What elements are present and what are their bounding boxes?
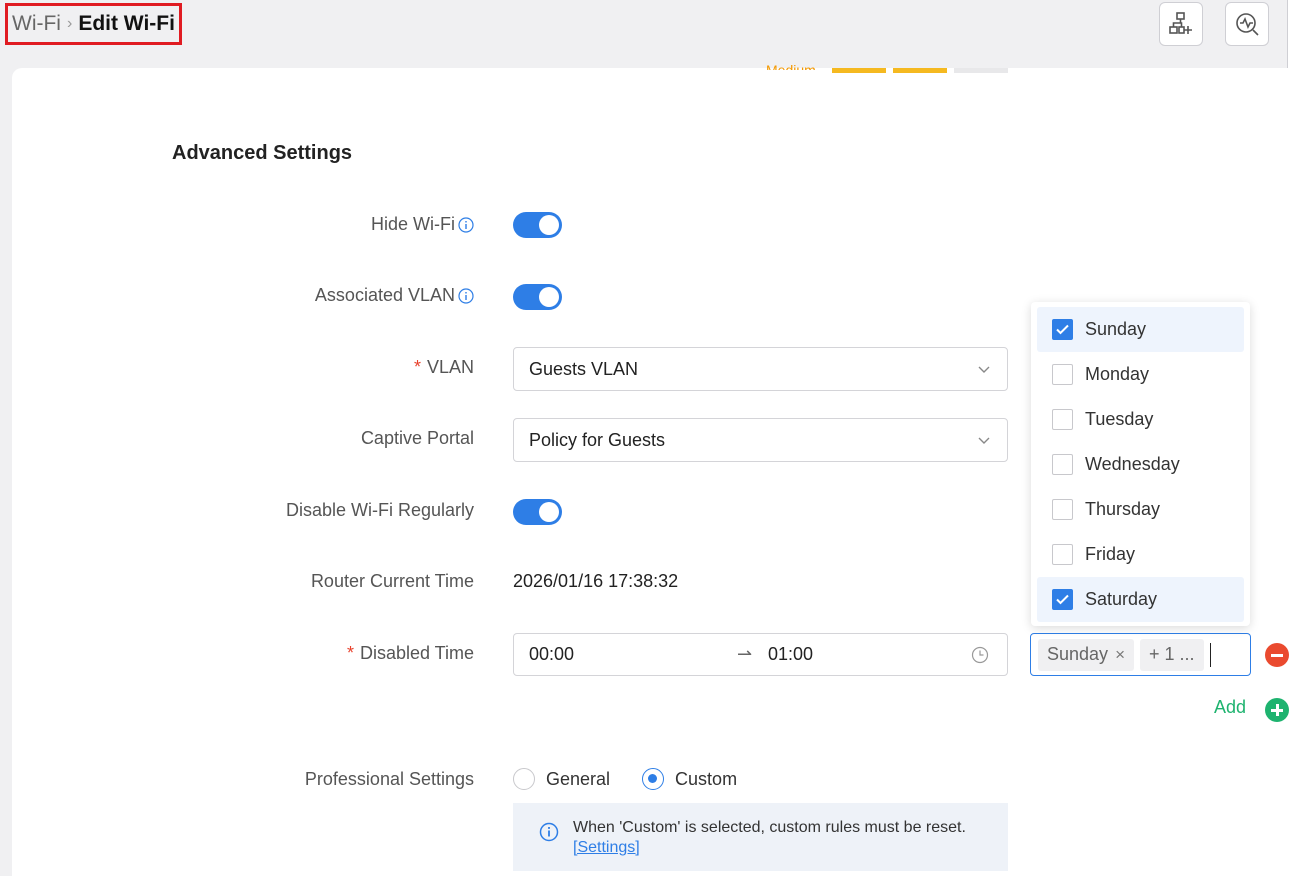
- day-option-saturday[interactable]: Saturday: [1037, 577, 1244, 622]
- strength-bar-1: [832, 68, 886, 73]
- breadcrumb-wifi-link[interactable]: Wi-Fi: [12, 12, 61, 36]
- router-time-label-text: Router Current Time: [310, 571, 474, 591]
- network-add-button[interactable]: [1159, 2, 1203, 46]
- day-option-label: Friday: [1085, 544, 1136, 564]
- captive-portal-select-value: Policy for Guests: [529, 429, 666, 450]
- day-tag: Sunday ×: [1038, 638, 1134, 671]
- hide-wifi-label: Hide Wi-Fi: [371, 214, 474, 235]
- captive-portal-label: Captive Portal: [361, 428, 474, 449]
- checkbox[interactable]: [1052, 409, 1073, 430]
- network-diagnose-button[interactable]: [1225, 2, 1269, 46]
- associated-vlan-label: Associated VLAN: [315, 285, 474, 306]
- strength-bar-3: [954, 68, 1008, 73]
- day-option-label: Saturday: [1085, 589, 1158, 609]
- day-option-label: Thursday: [1085, 499, 1161, 519]
- section-title: Advanced Settings: [172, 142, 353, 164]
- day-option-tuesday[interactable]: Tuesday: [1037, 397, 1244, 442]
- end-time[interactable]: 01:00: [768, 644, 813, 665]
- day-option-thursday[interactable]: Thursday: [1037, 487, 1244, 532]
- tag-close-icon[interactable]: ×: [1115, 645, 1125, 665]
- top-bar-edge: [1287, 0, 1292, 68]
- settings-link[interactable]: [Settings]: [573, 838, 1008, 858]
- associated-vlan-toggle[interactable]: [513, 284, 562, 310]
- hide-wifi-toggle[interactable]: [513, 212, 562, 238]
- clock-icon: [971, 646, 989, 664]
- day-option-label: Tuesday: [1085, 409, 1154, 429]
- captive-portal-label-text: Captive Portal: [360, 428, 474, 448]
- info-icon[interactable]: [458, 287, 474, 304]
- info-icon[interactable]: [458, 216, 474, 233]
- professional-radio-group: General Custom: [513, 768, 769, 790]
- radio-general-label: General: [546, 768, 611, 789]
- radio-button-selected[interactable]: [642, 768, 665, 790]
- vlan-select[interactable]: Guests VLAN: [513, 347, 1008, 391]
- network-add-icon: [1169, 12, 1192, 34]
- checkbox[interactable]: [1052, 499, 1073, 520]
- checkbox[interactable]: [1052, 364, 1073, 385]
- professional-settings-label: Professional Settings: [305, 769, 474, 790]
- add-rule-label[interactable]: Add: [1214, 697, 1246, 718]
- more-tag-label: + 1 ...: [1149, 644, 1195, 664]
- day-option-label: Sunday: [1085, 319, 1147, 339]
- day-option-label: Wednesday: [1085, 454, 1180, 474]
- radio-general[interactable]: General: [513, 768, 610, 790]
- day-option-monday[interactable]: Monday: [1037, 352, 1244, 397]
- text-caret: [1209, 642, 1211, 667]
- required-mark: *: [346, 643, 354, 663]
- disabled-time-range[interactable]: 00:00 ⇀ 01:00: [513, 633, 1008, 676]
- custom-notice: When 'Custom' is selected, custom rules …: [513, 803, 1008, 871]
- checkbox-checked[interactable]: [1052, 319, 1073, 340]
- radio-custom-label: Custom: [675, 768, 738, 789]
- vlan-select-value: Guests VLAN: [529, 358, 639, 379]
- more-tag: + 1 ...: [1140, 638, 1204, 671]
- associated-vlan-label-text: Associated VLAN: [314, 285, 455, 305]
- strength-label: Medium: [766, 62, 816, 70]
- checkbox-checked[interactable]: [1052, 589, 1073, 610]
- days-dropdown: Sunday Monday Tuesday Wednesday Thursday…: [1031, 302, 1250, 626]
- info-icon: [539, 822, 559, 842]
- day-tag-label: Sunday: [1047, 644, 1109, 664]
- network-diagnose-icon: [1236, 13, 1259, 36]
- page-title: Edit Wi-Fi: [78, 12, 175, 35]
- radio-custom[interactable]: Custom: [642, 768, 737, 790]
- checkbox[interactable]: [1052, 544, 1073, 565]
- top-bar: Wi-Fi › Edit Wi-Fi: [0, 0, 1292, 68]
- router-time-value: 2026/01/16 17:38:32: [513, 571, 679, 591]
- vlan-label: * VLAN: [414, 357, 474, 378]
- required-mark: *: [413, 357, 421, 377]
- day-option-friday[interactable]: Friday: [1037, 532, 1244, 577]
- toggle-knob: [539, 287, 559, 307]
- strength-bar-2: [893, 68, 947, 73]
- disable-regularly-label-text: Disable Wi-Fi Regularly: [285, 500, 474, 520]
- days-multiselect[interactable]: Sunday × + 1 ...: [1030, 633, 1251, 676]
- day-option-wednesday[interactable]: Wednesday: [1037, 442, 1244, 487]
- disabled-time-label: * Disabled Time: [347, 643, 474, 664]
- range-arrow-icon: ⇀: [737, 644, 753, 664]
- radio-button[interactable]: [513, 768, 535, 790]
- day-option-sunday[interactable]: Sunday: [1037, 307, 1244, 352]
- remove-rule-button[interactable]: [1265, 643, 1289, 667]
- router-time-label: Router Current Time: [311, 571, 474, 592]
- disable-regularly-toggle[interactable]: [513, 499, 562, 525]
- chevron-down-icon: [978, 437, 990, 444]
- breadcrumb-separator: ›: [66, 15, 73, 32]
- checkbox[interactable]: [1052, 454, 1073, 475]
- add-rule-button[interactable]: [1265, 698, 1289, 722]
- chevron-down-icon: [978, 366, 990, 373]
- captive-portal-select[interactable]: Policy for Guests: [513, 418, 1008, 462]
- day-option-label: Monday: [1085, 364, 1150, 384]
- vlan-label-text: VLAN: [426, 357, 474, 377]
- start-time[interactable]: 00:00: [529, 644, 574, 665]
- disabled-time-label-text: Disabled Time: [359, 643, 474, 663]
- toggle-knob: [539, 215, 559, 235]
- hide-wifi-label-text: Hide Wi-Fi: [371, 214, 455, 234]
- notice-text: When 'Custom' is selected, custom rules …: [573, 819, 966, 836]
- professional-settings-label-text: Professional Settings: [304, 769, 474, 789]
- disable-regularly-label: Disable Wi-Fi Regularly: [286, 500, 474, 521]
- toggle-knob: [539, 502, 559, 522]
- breadcrumb: Wi-Fi › Edit Wi-Fi: [5, 3, 182, 45]
